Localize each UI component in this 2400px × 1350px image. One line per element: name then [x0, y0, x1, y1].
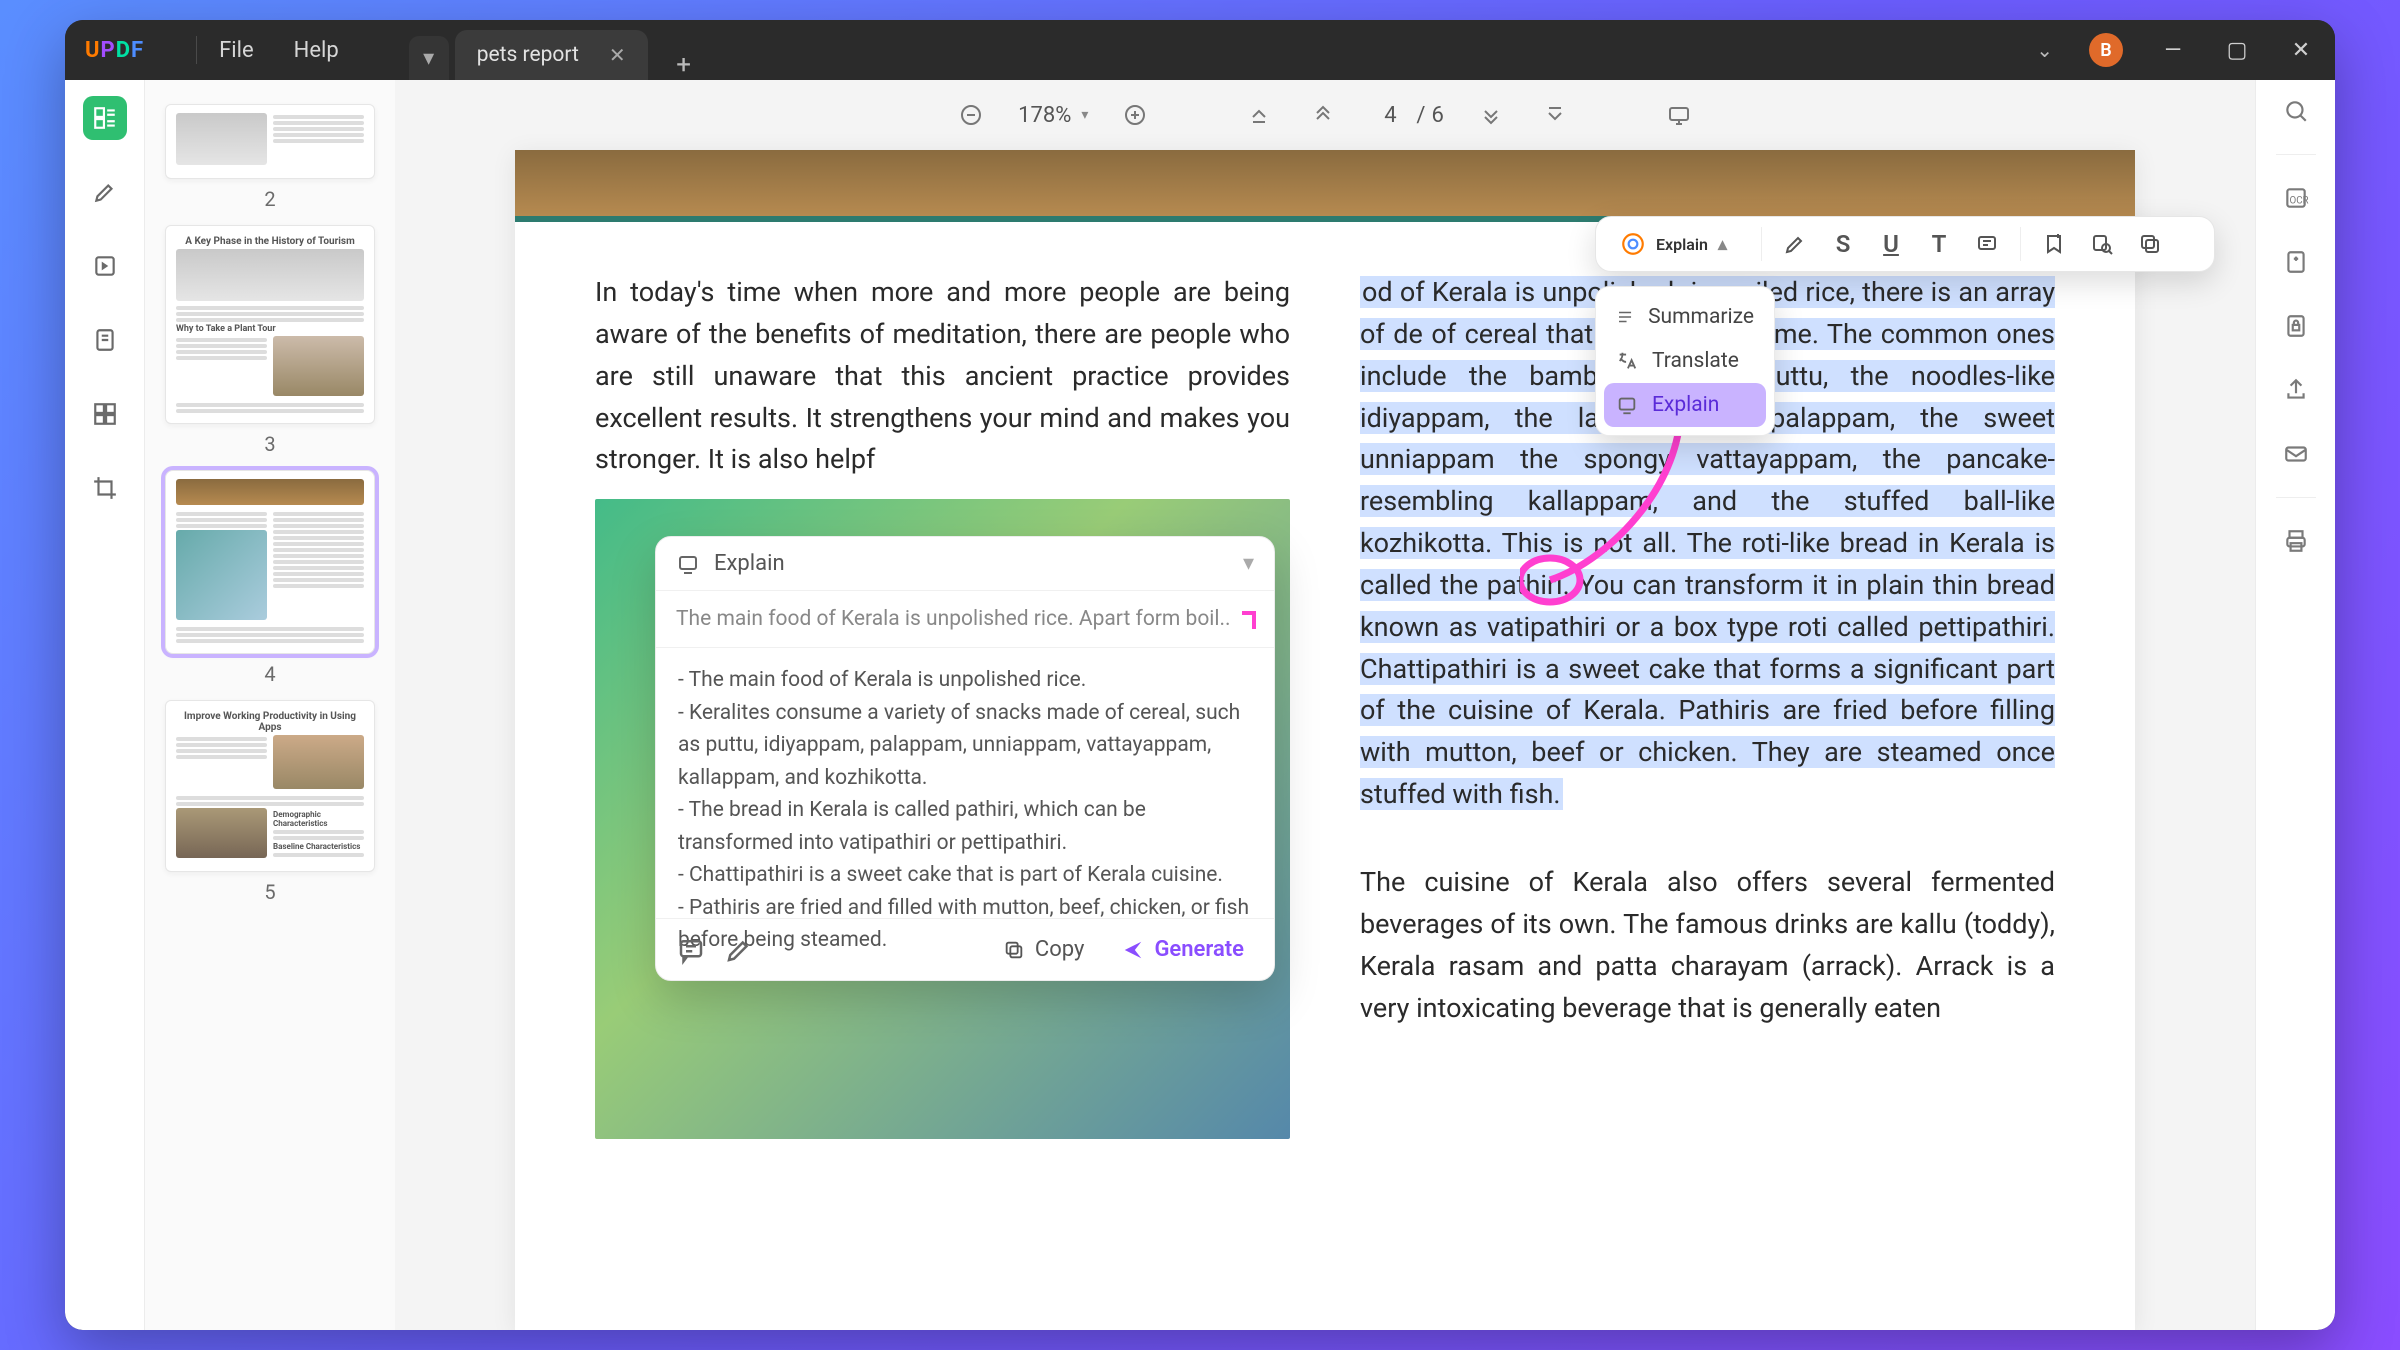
last-page-icon[interactable] — [1538, 98, 1572, 132]
left-tool-rail — [65, 80, 145, 1330]
zoom-value-dropdown[interactable]: 178%▾ — [1018, 103, 1088, 128]
window-minimize-icon[interactable]: ― — [2159, 38, 2187, 63]
page-total: 6 — [1431, 103, 1443, 128]
menu-file[interactable]: File — [219, 38, 254, 63]
document-tab[interactable]: pets report ✕ — [455, 30, 648, 80]
zoom-out-icon[interactable] — [954, 98, 988, 132]
thumb-number: 4 — [163, 662, 377, 686]
strikethrough-icon[interactable]: S — [1822, 223, 1864, 265]
tab-title: pets report — [477, 43, 579, 67]
ai-response-body: - The main food of Kerala is unpolished … — [656, 648, 1274, 918]
thumbnail-panel: 2 A Key Phase in the History of Tourism … — [145, 80, 395, 1330]
rail-highlight-icon[interactable] — [83, 170, 127, 214]
thumbnail-page-3[interactable]: A Key Phase in the History of Tourism Wh… — [165, 225, 375, 424]
app-window: UPDF File Help ▾ pets report ✕ + ⌄ B ― ▢… — [65, 20, 2335, 1330]
page-right-paragraph: The cuisine of Kerala also offers severa… — [1360, 862, 2055, 1029]
ai-sparkle-icon — [1620, 231, 1646, 257]
email-icon[interactable] — [2281, 439, 2311, 469]
ocr-icon[interactable]: OCR — [2281, 183, 2311, 213]
rail-organize-icon[interactable] — [83, 392, 127, 436]
thumbnail-page-5[interactable]: Improve Working Productivity in Using Ap… — [165, 700, 375, 872]
ai-panel-collapse-icon[interactable]: ▾ — [1243, 551, 1254, 576]
document-viewer: 178%▾ / 6 In today's ti — [395, 80, 2255, 1330]
user-avatar[interactable]: B — [2089, 33, 2123, 67]
text-format-icon[interactable]: T — [1918, 223, 1960, 265]
compress-icon[interactable] — [2281, 247, 2311, 277]
selection-context-toolbar: Explain ▴ S U T — [1595, 216, 2215, 272]
window-close-icon[interactable]: ✕ — [2287, 38, 2315, 63]
print-icon[interactable] — [2281, 526, 2311, 556]
thumbnail-page-4[interactable] — [165, 470, 375, 654]
thumb-number: 2 — [163, 187, 377, 211]
right-tool-rail: OCR — [2255, 80, 2335, 1330]
highlight-result-icon[interactable] — [724, 935, 754, 965]
first-page-icon[interactable] — [1242, 98, 1276, 132]
generate-button[interactable]: Generate — [1112, 931, 1254, 968]
thumb-number: 5 — [163, 880, 377, 904]
ai-source-text: The main food of Kerala is unpolished ri… — [656, 591, 1274, 648]
app-logo: UPDF — [85, 38, 144, 63]
tab-list-dropdown[interactable]: ▾ — [409, 36, 449, 80]
bookmark-icon[interactable] — [2033, 223, 2075, 265]
explain-panel-icon — [676, 552, 700, 576]
underline-icon[interactable]: U — [1870, 223, 1912, 265]
page-left-paragraph: In today's time when more and more peopl… — [595, 272, 1290, 481]
page-current-input[interactable] — [1370, 103, 1410, 128]
page-indicator: / 6 — [1370, 103, 1443, 128]
copy-selection-icon[interactable] — [2129, 223, 2171, 265]
page-hero-image — [515, 150, 2135, 222]
thumb-number: 3 — [163, 432, 377, 456]
viewer-toolbar: 178%▾ / 6 — [395, 88, 2255, 142]
ai-panel-title: Explain — [714, 551, 785, 576]
rail-crop-icon[interactable] — [83, 466, 127, 510]
svg-text:OCR: OCR — [2289, 195, 2308, 206]
thumbnail-page-2[interactable] — [165, 104, 375, 179]
tab-close-icon[interactable]: ✕ — [609, 43, 626, 67]
window-maximize-icon[interactable]: ▢ — [2223, 38, 2251, 63]
zoom-in-icon[interactable] — [1118, 98, 1152, 132]
new-tab-button[interactable]: + — [662, 50, 706, 80]
prev-page-icon[interactable] — [1306, 98, 1340, 132]
titlebar: UPDF File Help ▾ pets report ✕ + ⌄ B ― ▢… — [65, 20, 2335, 80]
titlebar-dropdown-icon[interactable]: ⌄ — [2036, 38, 2053, 62]
search-icon[interactable] — [2281, 96, 2311, 126]
share-icon[interactable] — [2281, 375, 2311, 405]
copy-button[interactable]: Copy — [993, 931, 1095, 968]
dropdown-explain[interactable]: Explain — [1604, 383, 1766, 427]
dropdown-summarize[interactable]: Summarize — [1604, 295, 1766, 339]
next-page-icon[interactable] — [1474, 98, 1508, 132]
ai-explain-panel: Explain ▾ The main food of Kerala is unp… — [655, 536, 1275, 981]
dropdown-translate[interactable]: Translate — [1604, 339, 1766, 383]
rail-form-icon[interactable] — [83, 318, 127, 362]
ai-action-dropdown: Summarize Translate Explain — [1595, 286, 1775, 436]
protect-icon[interactable] — [2281, 311, 2311, 341]
rail-thumbnails-icon[interactable] — [83, 96, 127, 140]
chat-icon[interactable] — [676, 935, 706, 965]
rail-edit-icon[interactable] — [83, 244, 127, 288]
comment-icon[interactable] — [1966, 223, 2008, 265]
highlight-color-icon[interactable] — [1774, 223, 1816, 265]
ai-explain-dropdown[interactable]: Explain ▴ — [1608, 225, 1749, 263]
presentation-icon[interactable] — [1662, 98, 1696, 132]
menu-help[interactable]: Help — [294, 38, 339, 63]
search-selection-icon[interactable] — [2081, 223, 2123, 265]
chevron-up-icon: ▴ — [1718, 234, 1727, 255]
